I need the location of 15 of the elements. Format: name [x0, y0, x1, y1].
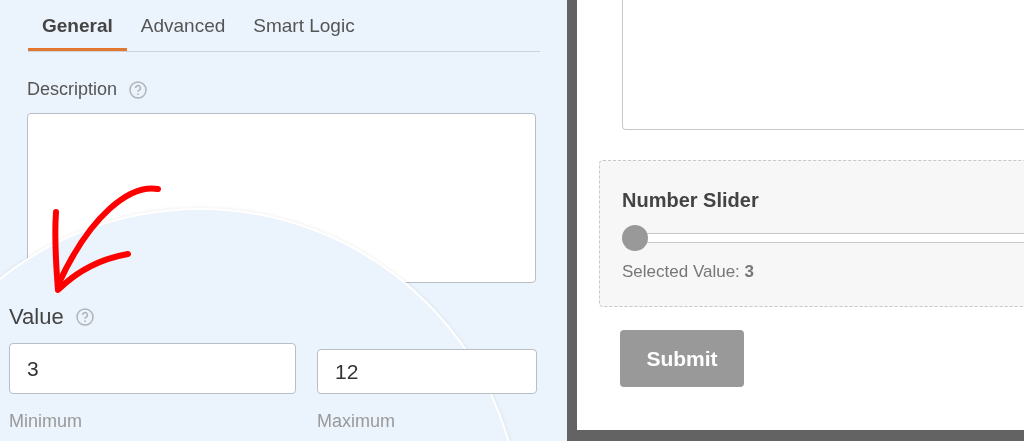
- maximum-field[interactable]: 12: [317, 349, 537, 394]
- minimum-field[interactable]: 3: [9, 343, 296, 394]
- tab[interactable]: Advanced: [126, 0, 240, 51]
- field-label: Number Slider: [622, 188, 760, 213]
- help-icon[interactable]: [129, 80, 148, 99]
- tab[interactable]: General: [28, 0, 127, 51]
- tab[interactable]: Smart Logic: [239, 0, 369, 51]
- help-icon[interactable]: [75, 307, 94, 326]
- slider[interactable]: [622, 225, 1024, 251]
- field-sublabel: Minimum: [9, 410, 83, 433]
- field-label: Value: [9, 303, 64, 331]
- field-label: Description: [27, 78, 118, 101]
- field-sublabel: Maximum: [317, 410, 396, 433]
- slider-thumb[interactable]: [622, 225, 648, 251]
- selected-value: Selected Value: 3: [622, 261, 755, 283]
